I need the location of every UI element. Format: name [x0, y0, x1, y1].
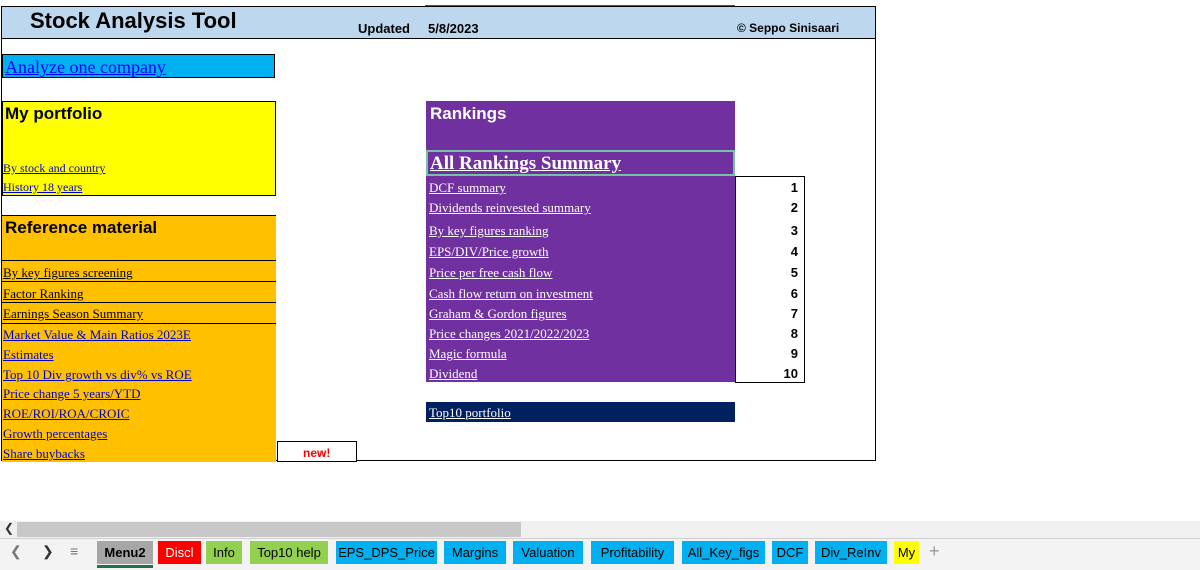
updated-label: Updated	[358, 21, 410, 36]
reference-link[interactable]: ROE/ROI/ROA/CROIC	[3, 406, 129, 422]
top10-cell: Top10 portfolio	[426, 402, 735, 422]
ranking-link[interactable]: EPS/DIV/Price growth	[429, 244, 549, 260]
portfolio-title: My portfolio	[5, 104, 103, 123]
rank-number: 9	[790, 346, 798, 361]
add-sheet-icon[interactable]: +	[929, 541, 940, 562]
ranking-link[interactable]: DCF summary	[429, 180, 506, 196]
portfolio-link-by-stock[interactable]: By stock and country	[3, 161, 105, 176]
tab-dcf[interactable]: DCF	[772, 541, 808, 564]
updated-date: 5/8/2023	[428, 21, 479, 36]
ranking-link[interactable]: Dividends reinvested summary	[429, 200, 591, 216]
reference-link[interactable]: Top 10 Div growth vs div% vs ROE	[3, 367, 192, 383]
rank-number: 7	[790, 306, 798, 321]
reference-title: Reference material	[5, 218, 158, 237]
sheet-list-icon[interactable]: ≡	[70, 543, 78, 559]
ranking-link[interactable]: Cash flow return on investment	[429, 286, 593, 302]
ranking-link[interactable]: Price changes 2021/2022/2023	[429, 326, 589, 342]
reference-link[interactable]: Growth percentages	[3, 426, 107, 442]
ranking-link[interactable]: Dividend	[429, 366, 477, 382]
rank-number: 2	[790, 200, 798, 215]
rankings-title: Rankings	[430, 104, 507, 123]
rank-number: 4	[790, 244, 798, 259]
rank-number: 8	[790, 326, 798, 341]
tab-menu2[interactable]: Menu2	[97, 541, 153, 564]
tab-valuation[interactable]: Valuation	[513, 541, 583, 564]
divider	[2, 302, 276, 303]
tab-all-key-figs[interactable]: All_Key_figs	[682, 541, 765, 564]
rank-number: 3	[790, 223, 798, 238]
rank-number: 1	[790, 180, 798, 195]
tab-margins[interactable]: Margins	[444, 541, 506, 564]
divider	[2, 323, 276, 324]
reference-link[interactable]: Earnings Season Summary	[3, 306, 143, 322]
tab-discl[interactable]: Discl	[158, 541, 201, 564]
all-rankings-summary-link[interactable]: All Rankings Summary	[430, 153, 621, 175]
divider	[2, 260, 276, 261]
reference-link[interactable]: Factor Ranking	[3, 286, 84, 302]
reference-link[interactable]: Market Value & Main Ratios 2023E	[3, 327, 191, 343]
app-title: Stock Analysis Tool	[30, 8, 237, 33]
analyze-cell: Analyze one company	[2, 54, 275, 78]
scroll-left-arrow-icon[interactable]: ❮	[4, 521, 14, 535]
reference-link[interactable]: By key figures screening	[3, 265, 133, 281]
scrollbar-thumb[interactable]	[17, 522, 521, 537]
tab-my[interactable]: My	[894, 541, 919, 564]
ranking-link[interactable]: Magic formula	[429, 346, 507, 362]
ranking-link[interactable]: Price per free cash flow	[429, 265, 552, 281]
portfolio-link-history[interactable]: History 18 years	[3, 180, 82, 195]
reference-link[interactable]: Share buybacks	[3, 446, 85, 462]
tab-div-reinv[interactable]: Div_ReInv	[815, 541, 887, 564]
active-tab-indicator	[97, 565, 153, 568]
rank-number: 10	[783, 366, 798, 381]
scroll-left-icon[interactable]: ❮	[10, 543, 22, 560]
ranking-link[interactable]: By key figures ranking	[429, 223, 549, 239]
tab-eps-dps-price[interactable]: EPS_DPS_Price	[336, 541, 437, 564]
reference-link[interactable]: Estimates	[3, 347, 54, 363]
rank-number: 5	[790, 265, 798, 280]
top10-portfolio-link[interactable]: Top10 portfolio	[429, 405, 511, 421]
reference-link[interactable]: Price change 5 years/YTD	[3, 386, 141, 402]
scroll-right-icon[interactable]: ❯	[42, 543, 54, 560]
new-badge: new!	[303, 446, 331, 460]
tab-top10-help[interactable]: Top10 help	[250, 541, 328, 564]
analyze-one-company-link[interactable]: Analyze one company	[5, 57, 166, 78]
ranking-link[interactable]: Graham & Gordon figures	[429, 306, 567, 322]
divider	[2, 281, 276, 282]
rank-number: 6	[790, 286, 798, 301]
tab-profitability[interactable]: Profitability	[591, 541, 674, 564]
tab-info[interactable]: Info	[206, 541, 242, 564]
copyright: © Seppo Sinisaari	[737, 21, 840, 35]
